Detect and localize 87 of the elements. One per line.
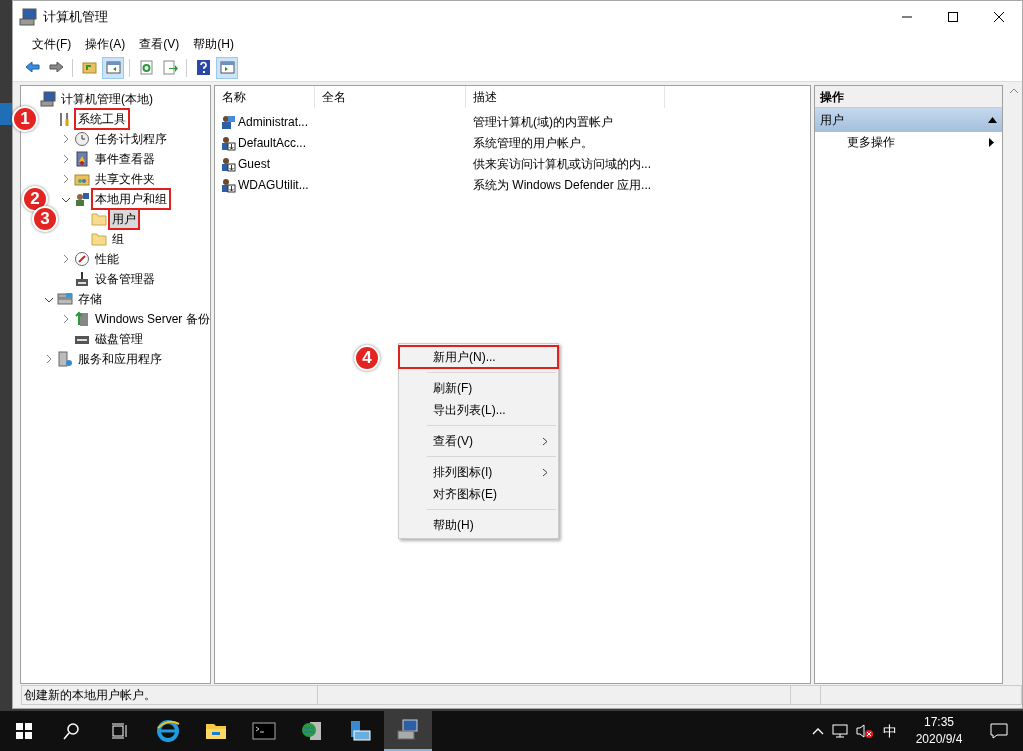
pane-header: 操作 xyxy=(814,86,1003,108)
server-globe-icon xyxy=(300,719,324,743)
scroll-up-icon[interactable] xyxy=(1010,88,1018,94)
search-icon xyxy=(63,722,81,740)
export-icon xyxy=(161,59,179,76)
input-method-indicator[interactable]: 中 xyxy=(877,711,903,751)
forward-arrow-icon xyxy=(47,59,65,76)
tree-item[interactable]: 性能 xyxy=(93,250,121,268)
disabled-user-icon xyxy=(220,134,236,151)
server-icon xyxy=(57,351,73,367)
clock-icon xyxy=(74,131,90,147)
menu-item[interactable]: 导出列表(L)... xyxy=(399,399,558,421)
pane-icon xyxy=(218,59,236,76)
back-arrow-icon xyxy=(23,59,41,76)
computer-icon xyxy=(19,8,37,26)
time-text: 17:35 xyxy=(924,714,954,731)
date-text: 2020/9/4 xyxy=(915,731,963,748)
task-view-icon xyxy=(111,723,129,739)
menu-item[interactable]: 排列图标(I) xyxy=(399,461,558,483)
folder-up-icon xyxy=(80,59,98,76)
backup-icon xyxy=(74,311,90,327)
menu-item[interactable]: 刷新(F) xyxy=(399,377,558,399)
table-cell[interactable]: DefaultAcc... xyxy=(238,133,307,152)
user-icon xyxy=(220,113,236,130)
menu-item[interactable]: 操作(A) xyxy=(78,33,133,54)
tree-item[interactable]: 设备管理器 xyxy=(93,270,157,288)
device-icon xyxy=(74,271,90,287)
tree-item[interactable]: 组 xyxy=(110,230,126,248)
storage-icon xyxy=(57,291,73,307)
event-log-icon xyxy=(74,151,90,167)
table-cell[interactable]: WDAGUtilit... xyxy=(238,175,309,194)
menu-item[interactable]: 新用户(N)... xyxy=(399,346,558,368)
number-badge: 1 xyxy=(12,106,38,132)
tree-item[interactable]: 用户 xyxy=(110,210,138,228)
table-cell-text: 系统为 Windows Defender 应用... xyxy=(473,176,652,194)
tree-item[interactable]: 事件查看器 xyxy=(93,150,157,168)
help-icon xyxy=(194,59,212,76)
section-title: 用户 xyxy=(819,112,844,129)
menu-item[interactable]: 查看(V) xyxy=(132,33,187,54)
menu-item[interactable]: 帮助(H) xyxy=(186,33,241,54)
folder-icon xyxy=(91,211,107,227)
table-cell-text: 供来宾访问计算机或访问域的内... xyxy=(473,155,651,173)
windows-logo-icon xyxy=(16,723,32,739)
table-cell[interactable]: Guest xyxy=(238,154,270,173)
tree-item[interactable]: 计算机管理(本地) xyxy=(59,90,155,108)
browser-icon xyxy=(156,719,180,743)
table-cell-text: 系统管理的用户帐户。 xyxy=(473,134,593,152)
maximize-icon xyxy=(948,12,958,22)
close-icon xyxy=(994,12,1004,22)
tree-item[interactable]: 磁盘管理 xyxy=(93,330,145,348)
menu-item[interactable]: 对齐图标(E) xyxy=(399,483,558,505)
tree-item[interactable]: Windows Server 备份 xyxy=(93,310,212,328)
column-header[interactable]: 名称 xyxy=(215,86,315,108)
action-link[interactable]: 更多操作 xyxy=(846,133,895,151)
gauge-icon xyxy=(74,251,90,267)
tree-item[interactable]: 共享文件夹 xyxy=(93,170,157,188)
disabled-user-icon xyxy=(220,176,236,193)
number-badge: 3 xyxy=(32,206,58,232)
tree-item[interactable]: 系统工具 xyxy=(76,110,128,128)
pane-icon xyxy=(104,59,122,76)
table-cell-text: 管理计算机(域)的内置帐户 xyxy=(473,113,613,131)
column-header[interactable]: 描述 xyxy=(466,86,665,108)
tree-item[interactable]: 本地用户和组 xyxy=(93,190,169,208)
computer-icon xyxy=(396,718,420,742)
menu-item[interactable]: 查看(V) xyxy=(399,430,558,452)
submenu-triangle-icon xyxy=(989,137,995,147)
refresh-icon xyxy=(137,59,155,76)
clock[interactable]: 17:35 2020/9/4 xyxy=(903,711,975,751)
disabled-user-icon xyxy=(220,155,236,172)
users-icon xyxy=(74,191,90,207)
tree-item[interactable]: 任务计划程序 xyxy=(93,130,169,148)
shared-folder-icon xyxy=(74,171,90,187)
column-header[interactable]: 全名 xyxy=(315,86,466,108)
desktop-highlight xyxy=(0,103,12,125)
table-cell[interactable]: Administrat... xyxy=(238,112,309,131)
menu-item[interactable]: 帮助(H) xyxy=(399,514,558,536)
server-manager-icon xyxy=(348,719,372,743)
status-text: 创建新的本地用户帐户。 xyxy=(24,687,157,704)
menu-item[interactable]: 文件(F) xyxy=(25,33,79,54)
tree-item[interactable]: 存储 xyxy=(76,290,104,308)
folder-icon xyxy=(91,231,107,247)
computer-icon xyxy=(40,91,56,107)
section-header[interactable]: 用户 xyxy=(814,108,1003,132)
tree-item[interactable]: 服务和应用程序 xyxy=(76,350,164,368)
terminal-icon xyxy=(252,719,276,743)
window-title: 计算机管理 xyxy=(43,8,108,27)
number-badge: 2 xyxy=(22,186,48,212)
